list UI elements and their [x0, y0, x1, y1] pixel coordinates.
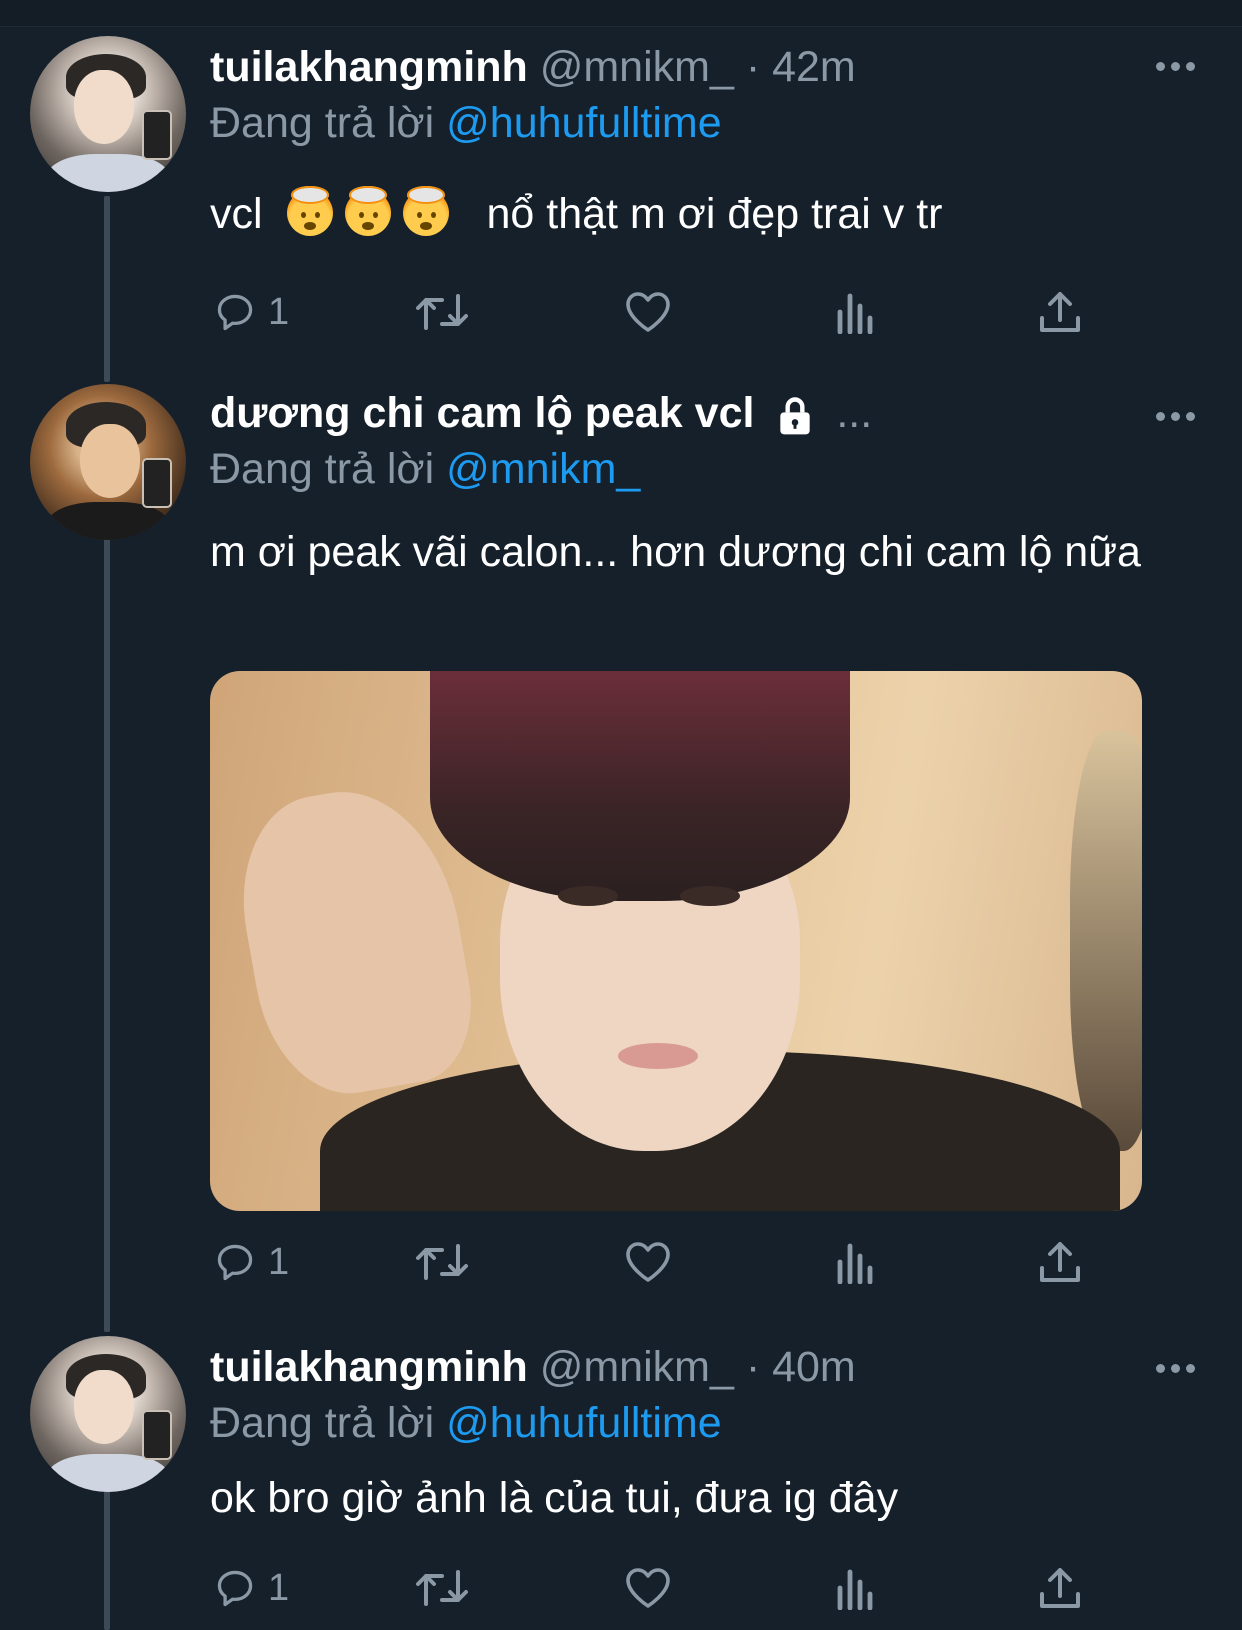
- retweet-button[interactable]: [414, 1234, 470, 1290]
- timestamp[interactable]: 42m: [772, 43, 856, 91]
- retweet-icon: [416, 1244, 468, 1280]
- exploding-head-icon: [344, 186, 391, 236]
- reply-prefix: Đang trả lời: [210, 445, 435, 493]
- lock-icon: [780, 397, 811, 434]
- analytics-button[interactable]: [834, 284, 874, 340]
- analytics-icon: [837, 293, 873, 334]
- share-icon: [1040, 1568, 1080, 1608]
- timestamp[interactable]: 40m: [772, 1343, 856, 1391]
- display-name[interactable]: tuilakhangminh: [210, 1343, 528, 1391]
- like-button[interactable]: [624, 1560, 672, 1616]
- reply-count: 1: [268, 1566, 290, 1609]
- replying-to: Đang trả lời @huhufulltime: [210, 1394, 722, 1452]
- avatar[interactable]: [30, 384, 186, 540]
- reply-prefix: Đang trả lời: [210, 1399, 435, 1447]
- tweet-media-image[interactable]: [210, 671, 1142, 1211]
- reply-icon: [217, 1244, 253, 1281]
- analytics-icon: [837, 1243, 873, 1284]
- like-button[interactable]: [624, 1234, 672, 1290]
- more-icon[interactable]: [1156, 410, 1196, 422]
- separator: ·: [745, 43, 761, 91]
- more-icon[interactable]: [1156, 1362, 1196, 1374]
- tweet-actions: 1: [0, 1560, 1242, 1620]
- retweet-icon: [416, 1570, 468, 1606]
- handle[interactable]: @mnikm_: [540, 1343, 734, 1391]
- separator: ·: [745, 1343, 761, 1391]
- exploding-head-icon: [402, 186, 449, 236]
- tweet-text: vcl nổ thật m ơi đẹp trai v tr: [210, 186, 1180, 242]
- share-button[interactable]: [1038, 1234, 1082, 1290]
- tweet-actions: 1: [0, 284, 1242, 344]
- like-button[interactable]: [624, 284, 672, 340]
- like-icon: [626, 1568, 670, 1608]
- reply-icon: [217, 1570, 253, 1607]
- header-ellipsis: ...: [836, 389, 873, 437]
- replying-to: Đang trả lời @mnikm_: [210, 440, 640, 498]
- display-name[interactable]: dương chi cam lộ peak vcl: [210, 389, 754, 437]
- tweet-actions: 1: [0, 1234, 1242, 1294]
- avatar[interactable]: [30, 1336, 186, 1492]
- analytics-button[interactable]: [834, 1234, 874, 1290]
- retweet-icon: [416, 294, 468, 330]
- top-divider: [0, 0, 1242, 27]
- reply-count: 1: [268, 290, 290, 333]
- tweet-header: tuilakhangminh @mnikm_ · 42m: [210, 38, 856, 96]
- analytics-icon: [837, 1569, 873, 1610]
- like-icon: [626, 292, 670, 332]
- reply-to-link[interactable]: @huhufulltime: [446, 1399, 722, 1447]
- exploding-head-icon: [286, 186, 333, 236]
- tweet-text-end: nổ thật m ơi đẹp trai v tr: [486, 190, 943, 238]
- reply-button[interactable]: 1: [212, 284, 289, 340]
- share-icon: [1040, 292, 1080, 332]
- reply-prefix: Đang trả lời: [210, 99, 435, 147]
- share-button[interactable]: [1038, 284, 1082, 340]
- display-name[interactable]: tuilakhangminh: [210, 43, 528, 91]
- reply-button[interactable]: 1: [212, 1234, 289, 1290]
- tweet-text: ok bro giờ ảnh là của tui, đưa ig đây: [210, 1474, 899, 1522]
- retweet-button[interactable]: [414, 1560, 470, 1616]
- like-icon: [626, 1242, 670, 1282]
- avatar[interactable]: [30, 36, 186, 192]
- analytics-button[interactable]: [834, 1560, 874, 1616]
- thread-line: [104, 532, 110, 1332]
- reply-count: 1: [268, 1240, 290, 1283]
- tweet-text: m ơi peak vãi calon... hơn dương chi cam…: [210, 528, 1141, 576]
- reply-button[interactable]: 1: [212, 1560, 289, 1616]
- reply-to-link[interactable]: @mnikm_: [446, 445, 640, 493]
- share-icon: [1040, 1242, 1080, 1282]
- replying-to: Đang trả lời @huhufulltime: [210, 94, 722, 152]
- tweet-header: tuilakhangminh @mnikm_ · 40m: [210, 1338, 856, 1396]
- share-button[interactable]: [1038, 1560, 1082, 1616]
- retweet-button[interactable]: [414, 284, 470, 340]
- more-icon[interactable]: [1156, 60, 1196, 72]
- tweet-text-start: vcl: [210, 190, 263, 238]
- reply-icon: [217, 294, 253, 331]
- handle[interactable]: @mnikm_: [540, 43, 734, 91]
- reply-to-link[interactable]: @huhufulltime: [446, 99, 722, 147]
- tweet-header: dương chi cam lộ peak vcl ...: [210, 384, 872, 442]
